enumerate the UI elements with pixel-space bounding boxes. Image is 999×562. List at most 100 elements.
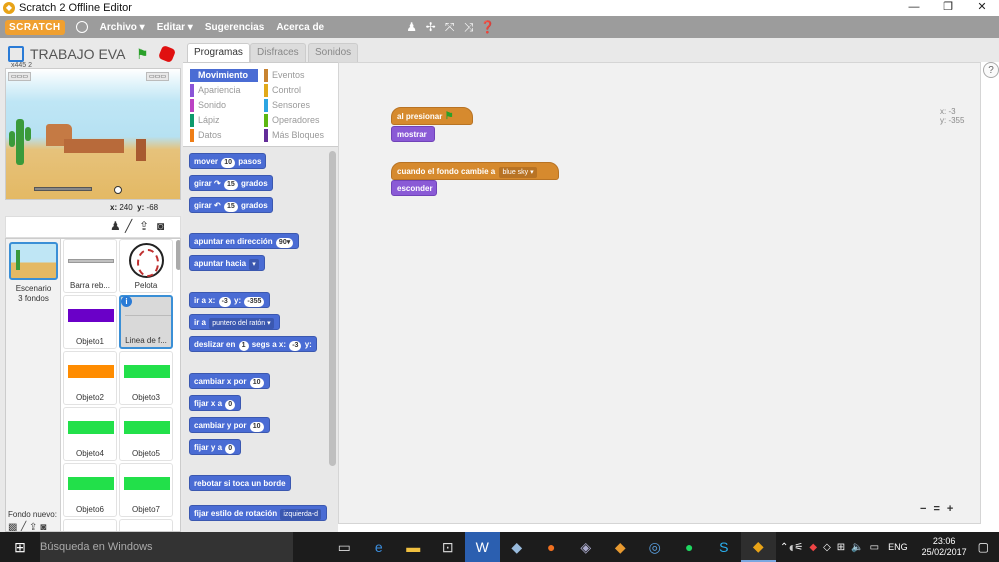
sprite-list-scrollbar[interactable] <box>176 240 180 270</box>
skype-icon[interactable]: S <box>707 532 742 562</box>
category-lapiz[interactable]: Lápiz <box>190 114 258 127</box>
block-dropdown[interactable]: 90▾ <box>275 238 294 248</box>
block-dropdown[interactable]: ▾ <box>249 259 259 270</box>
block-girar-derecha[interactable]: girar ↷ 15 grados <box>189 175 273 191</box>
help-icon[interactable]: ❓ <box>478 20 497 35</box>
paint-sprite-icon[interactable]: ╱ <box>125 219 132 233</box>
battery-icon[interactable]: ▭ <box>870 542 879 553</box>
block-fijar-y[interactable]: fijar y a 0 <box>189 439 242 455</box>
sprite-tile[interactable]: Objeto3 <box>119 351 173 405</box>
menu-acerca-de[interactable]: Acerca de <box>276 22 324 33</box>
chevron-up-icon[interactable]: ⌃ <box>780 542 788 553</box>
script-hat-backdrop-switch[interactable]: cuando el fondo cambie a blue sky ▾ <box>391 162 559 180</box>
category-datos[interactable]: Datos <box>190 129 258 142</box>
block-input[interactable]: 0 <box>225 400 236 410</box>
block-dropdown[interactable]: izquierda-d <box>280 509 322 520</box>
app-icon[interactable]: ◆ <box>603 532 638 562</box>
block-cambiar-y[interactable]: cambiar y por 10 <box>189 417 270 433</box>
backdrop-panel[interactable]: Escenario 3 fondos Fondo nuevo: ▩ ╱ ⇪ ◙ <box>6 239 61 531</box>
sprite-tile[interactable]: Pelota <box>119 239 173 293</box>
store-icon[interactable]: ⊡ <box>431 532 466 562</box>
category-mas-bloques[interactable]: Más Bloques <box>264 129 332 142</box>
block-deslizar[interactable]: deslizar en 1 segs a x: -3 y: <box>189 336 317 352</box>
shrink-icon[interactable]: ⤨ <box>459 20 478 35</box>
block-input[interactable]: 15 <box>223 180 238 190</box>
word-icon[interactable]: W <box>465 532 500 562</box>
menu-archivo[interactable]: Archivo ▾ <box>100 22 145 33</box>
block-mostrar[interactable]: mostrar <box>391 126 435 142</box>
block-input[interactable]: 10 <box>249 378 264 388</box>
task-view-icon[interactable]: ▭ <box>327 532 362 562</box>
app-tray-icon[interactable]: ◇ <box>823 542 831 553</box>
block-fijar-x[interactable]: fijar x a 0 <box>189 395 242 411</box>
info-icon[interactable]: i <box>121 296 132 307</box>
script-area[interactable]: al presionar ⚑ mostrar cuando el fondo c… <box>338 62 981 524</box>
backdrop-library-icon[interactable]: ▩ <box>8 522 17 531</box>
grow-icon[interactable]: ⤧ <box>440 20 459 35</box>
category-apariencia[interactable]: Apariencia <box>190 84 258 97</box>
close-button[interactable]: ✕ <box>965 0 999 16</box>
volume-icon[interactable]: 🔈 <box>851 542 863 553</box>
sprite-tile[interactable]: Objeto4 <box>63 407 117 461</box>
category-control[interactable]: Control <box>264 84 332 97</box>
app-icon[interactable]: ◈ <box>569 532 604 562</box>
stage-canvas[interactable]: ▭▭▭ ▭▭▭ <box>5 68 181 200</box>
block-mover[interactable]: mover 10 pasos <box>189 153 267 169</box>
sprite-tile[interactable]: Barra reb... <box>63 239 117 293</box>
tab-disfraces[interactable]: Disfraces <box>250 43 306 62</box>
zoom-out-icon[interactable]: − <box>920 503 926 515</box>
category-movimiento[interactable]: Movimiento <box>190 69 258 82</box>
tab-sonidos[interactable]: Sonidos <box>308 43 359 62</box>
category-operadores[interactable]: Operadores <box>264 114 332 127</box>
block-girar-izquierda[interactable]: girar ↶ 15 grados <box>189 197 273 213</box>
edge-icon[interactable]: e <box>362 532 397 562</box>
zoom-reset-icon[interactable]: = <box>933 503 939 515</box>
help-icon[interactable]: ? <box>983 62 999 78</box>
sprite-tile[interactable] <box>119 519 173 531</box>
block-apuntar-hacia[interactable]: apuntar hacia ▾ <box>189 255 265 271</box>
spotify-icon[interactable]: ● <box>672 532 707 562</box>
sprite-tile[interactable]: Objeto7 <box>119 463 173 517</box>
tab-programas[interactable]: Programas <box>187 43 250 63</box>
block-input[interactable]: -3 <box>218 297 231 307</box>
windows-start-icon[interactable]: ⊞ <box>0 532 40 562</box>
globe-app-icon[interactable]: ◎ <box>638 532 673 562</box>
block-apuntar-direccion[interactable]: apuntar en dirección 90▾ <box>189 233 300 249</box>
file-explorer-icon[interactable]: ▬ <box>396 532 431 562</box>
block-input[interactable]: 0 <box>225 444 236 454</box>
paint-backdrop-icon[interactable]: ╱ <box>20 522 26 531</box>
sprite-tile[interactable]: Objeto6 <box>63 463 117 517</box>
backdrop-camera-icon[interactable]: ◙ <box>40 522 46 531</box>
sprite-tile[interactable]: Objeto1 <box>63 295 117 349</box>
block-input[interactable]: 10 <box>221 158 236 168</box>
block-input[interactable]: -3 <box>289 341 302 351</box>
category-sonido[interactable]: Sonido <box>190 99 258 112</box>
language-globe-icon[interactable] <box>75 21 88 33</box>
app-tray-icon[interactable]: ◆ <box>809 542 817 553</box>
category-sensores[interactable]: Sensores <box>264 99 332 112</box>
backdrop-dropdown[interactable]: blue sky ▾ <box>499 167 537 178</box>
block-dropdown[interactable]: puntero del ratón ▾ <box>209 318 274 329</box>
project-name[interactable]: TRABAJO EVA <box>30 46 125 62</box>
script-hat-green-flag[interactable]: al presionar ⚑ <box>391 107 473 125</box>
palette-scrollbar[interactable] <box>329 151 336 466</box>
upload-backdrop-icon[interactable]: ⇪ <box>29 522 37 531</box>
firefox-icon[interactable]: ● <box>534 532 569 562</box>
scratch-logo[interactable]: SCRATCH <box>5 19 65 35</box>
fullscreen-icon[interactable] <box>8 46 24 62</box>
backdrop-thumbnail[interactable] <box>9 242 58 280</box>
notifications-icon[interactable]: ▢ <box>978 540 989 554</box>
sprite-tile[interactable]: Objeto5 <box>119 407 173 461</box>
block-input[interactable]: 15 <box>223 202 238 212</box>
sprite-tile-selected[interactable]: i Linea de f... <box>119 295 173 349</box>
network-icon[interactable]: ⚟ <box>794 542 803 553</box>
menu-sugerencias[interactable]: Sugerencias <box>205 22 264 33</box>
block-esconder[interactable]: esconder <box>391 180 437 196</box>
language-indicator[interactable]: ENG <box>888 542 908 552</box>
block-input[interactable]: 10 <box>249 422 264 432</box>
cut-icon[interactable]: ✢ <box>421 20 440 35</box>
app-icon[interactable]: ◆ <box>500 532 535 562</box>
camera-icon[interactable]: ◙ <box>157 219 164 233</box>
sprite-tile[interactable]: Objeto2 <box>63 351 117 405</box>
block-ir-a-xy[interactable]: ir a x: -3 y: -355 <box>189 292 271 308</box>
